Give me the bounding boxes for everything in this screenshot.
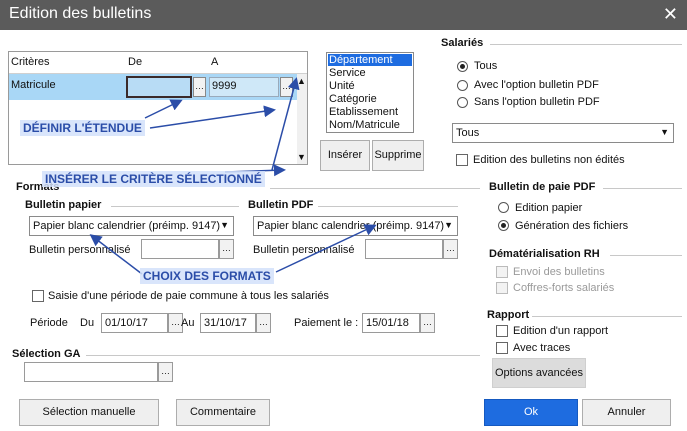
- annotation-formats: CHOIX DES FORMATS: [140, 268, 274, 284]
- annotation-range: DÉFINIR L'ÉTENDUE: [20, 120, 145, 136]
- annotation-insert: INSÉRER LE CRITÈRE SÉLECTIONNÉ: [42, 171, 265, 187]
- arrow-format-paper: [89, 234, 143, 275]
- arrow-insert-high: [271, 77, 300, 171]
- annotation-arrows: [89, 77, 377, 275]
- arrow-range-from: [144, 99, 183, 119]
- arrow-range-to: [149, 105, 276, 129]
- arrow-format-pdf: [275, 224, 377, 273]
